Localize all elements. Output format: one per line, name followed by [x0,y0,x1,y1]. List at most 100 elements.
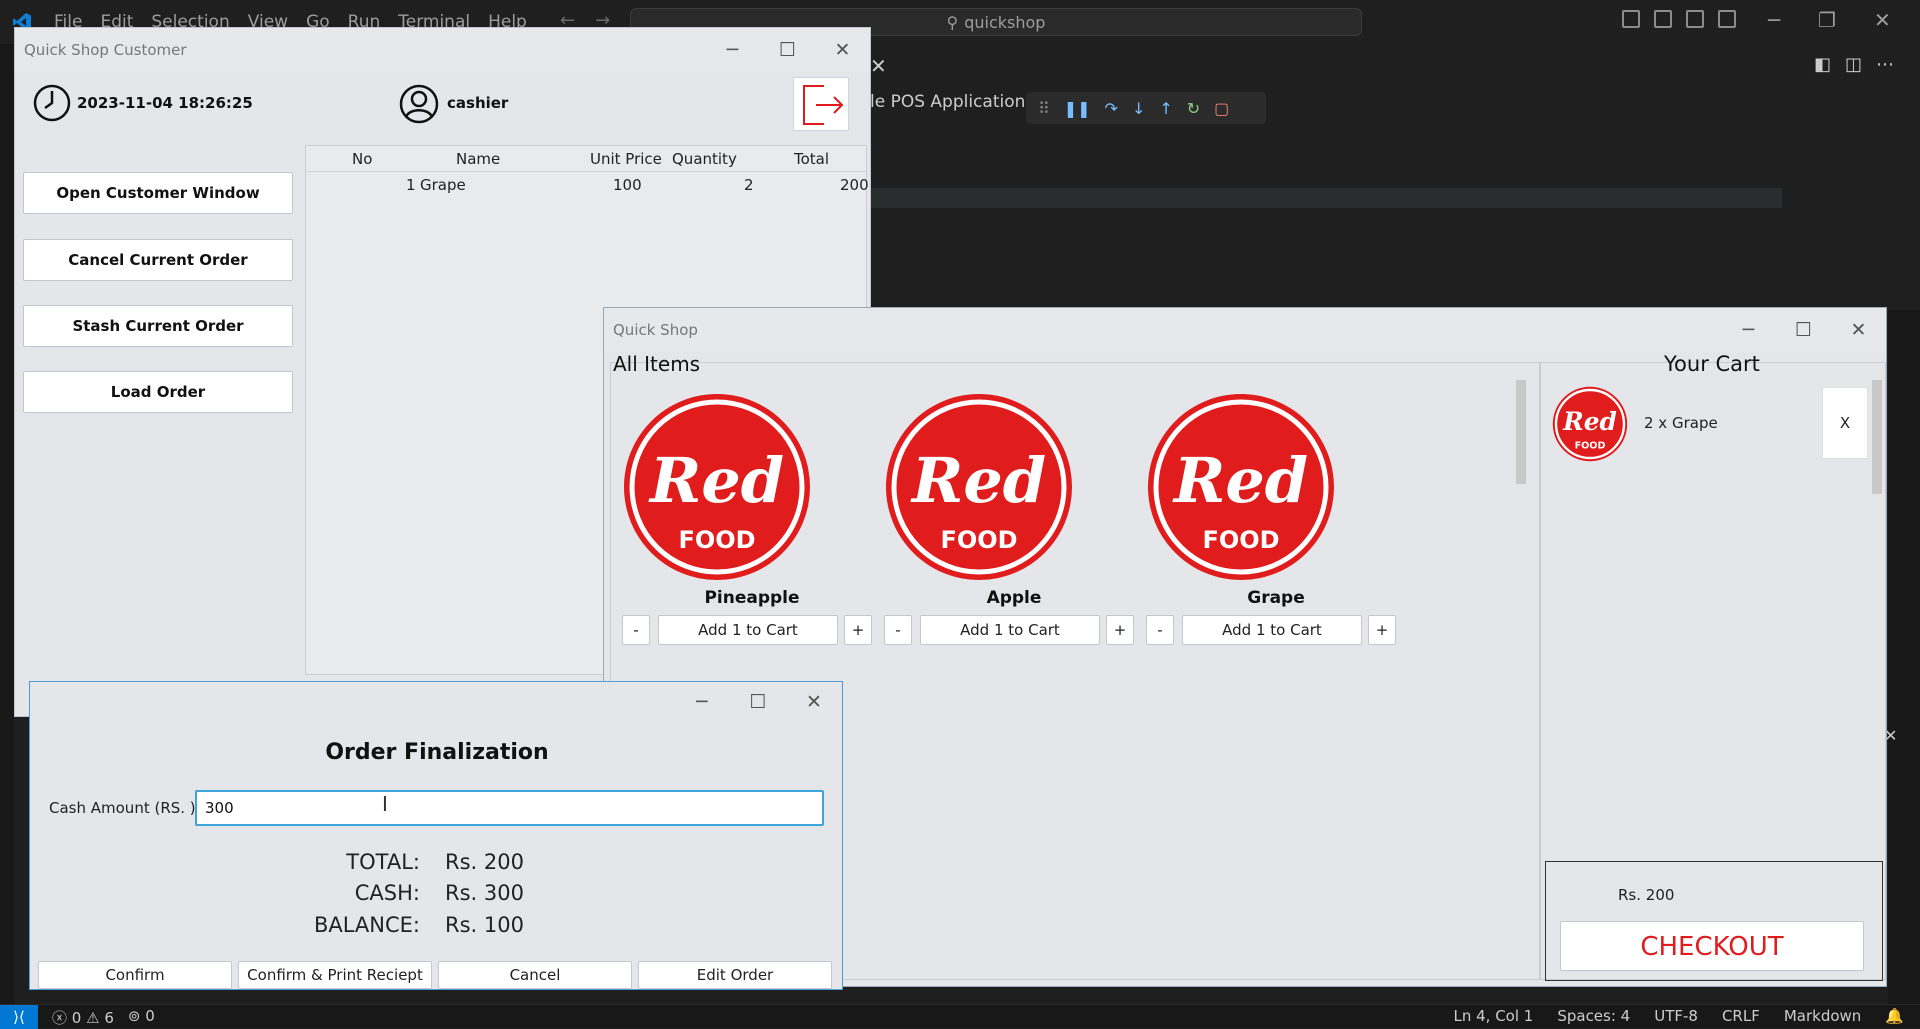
add-to-cart-button[interactable]: Add 1 to Cart [658,615,838,645]
maximize-icon[interactable]: ☐ [1776,308,1831,352]
restore-icon[interactable]: ❐ [1818,8,1836,32]
column-header-name[interactable]: Name [456,150,500,168]
cart-scrollbar[interactable] [1872,380,1882,494]
cell-total: 200 [840,176,869,194]
split-editor-icon[interactable]: ◫ [1845,54,1862,75]
column-header-total[interactable]: Total [794,150,829,168]
customize-layout-icon[interactable] [1718,10,1736,28]
close-icon[interactable]: ✕ [786,682,842,722]
close-icon[interactable]: ✕ [1831,308,1886,352]
cash-amount-input[interactable] [195,790,824,826]
svg-text:Red: Red [1172,444,1308,517]
problems-indicator[interactable]: ⓧ 0 ⚠ 6 [52,1007,114,1028]
toggle-panel-icon[interactable] [1654,10,1672,28]
items-scrollbar[interactable] [1516,380,1526,484]
red-food-logo-icon: Red FOOD [1148,394,1334,580]
toggle-sidebar-icon[interactable] [1622,10,1640,28]
current-line-highlight [870,188,1782,208]
svg-text:FOOD: FOOD [1202,526,1279,554]
cancel-current-order-button[interactable]: Cancel Current Order [23,239,293,281]
add-to-cart-button[interactable]: Add 1 to Cart [920,615,1100,645]
ports-indicator[interactable]: ⊚ 0 [128,1007,155,1028]
step-out-icon[interactable]: ↑ [1159,99,1172,118]
step-into-icon[interactable]: ↓ [1132,99,1145,118]
add-to-cart-button[interactable]: Add 1 to Cart [1182,615,1362,645]
close-icon[interactable]: ✕ [1874,8,1891,32]
remote-indicator-icon[interactable]: ⟩⟨ [0,1005,38,1029]
status-left: ⓧ 0 ⚠ 6 ⊚ 0 [52,1007,155,1028]
column-header-quantity[interactable]: Quantity [672,150,737,168]
edit-order-button[interactable]: Edit Order [638,961,832,989]
editor-actions: ◧ ◫ ⋯ [1814,54,1894,75]
step-over-icon[interactable]: ↷ [1105,99,1118,118]
dialog-title: Order Finalization [325,740,549,765]
cursor-position[interactable]: Ln 4, Col 1 [1453,1007,1533,1025]
increase-button[interactable]: + [1368,615,1396,645]
logout-icon [803,85,844,125]
more-actions-icon[interactable]: ⋯ [1876,54,1894,75]
stash-current-order-button[interactable]: Stash Current Order [23,305,293,347]
encoding[interactable]: UTF-8 [1654,1007,1698,1025]
increase-button[interactable]: + [1106,615,1134,645]
red-food-logo-icon: Red FOOD [886,394,1072,580]
cart-item-label: 2 x Grape [1644,414,1718,432]
total-label: TOTAL: [346,850,420,874]
pause-icon[interactable]: ❚❚ [1064,99,1091,118]
restart-icon[interactable]: ↻ [1187,99,1200,118]
remove-from-cart-button[interactable]: X [1822,387,1868,459]
ports-count: 0 [145,1007,155,1025]
cell-no: 1 [406,176,416,194]
maximize-icon[interactable]: ☐ [760,28,815,72]
maximize-icon[interactable]: ☐ [730,682,786,722]
end-of-line[interactable]: CRLF [1722,1007,1760,1025]
increase-button[interactable]: + [844,615,872,645]
close-icon[interactable]: ✕ [815,28,870,72]
table-row[interactable]: 1 Grape 100 2 200 [306,172,869,198]
confirm-print-receipt-button[interactable]: Confirm & Print Reciept [238,961,432,989]
indentation[interactable]: Spaces: 4 [1557,1007,1630,1025]
user-name: cashier [447,94,509,112]
cell-name: Grape [420,176,466,194]
cell-unit-price: 100 [613,176,642,194]
load-order-button[interactable]: Load Order [23,371,293,413]
minimize-icon[interactable]: ─ [1721,308,1776,352]
product-card-pineapple: Red FOOD Pineapple - Add 1 to Cart + [622,392,872,652]
cart-title: Your Cart [1664,352,1760,376]
checkout-button[interactable]: CHECKOUT [1560,921,1864,971]
toggle-secondary-sidebar-icon[interactable] [1686,10,1704,28]
minimize-icon[interactable]: ─ [1768,8,1780,32]
tab-close-icon[interactable]: ✕ [870,54,887,78]
clock-icon [33,84,71,122]
column-header-unit-price[interactable]: Unit Price [590,150,662,168]
product-name: Pineapple [704,588,800,608]
language-mode[interactable]: Markdown [1784,1007,1861,1025]
all-items-label: All Items [613,352,701,376]
logout-button[interactable] [793,77,849,131]
minimize-icon[interactable]: ─ [705,28,760,72]
cash-amount-label: Cash Amount (RS. ) [49,799,196,817]
open-customer-window-button[interactable]: Open Customer Window [23,172,293,214]
open-preview-icon[interactable]: ◧ [1814,54,1831,75]
svg-text:FOOD: FOOD [678,526,755,554]
decrease-button[interactable]: - [884,615,912,645]
cart-total: Rs. 200 [1618,886,1675,904]
minimize-icon[interactable]: ─ [674,682,730,722]
cancel-button[interactable]: Cancel [438,961,632,989]
decrease-button[interactable]: - [622,615,650,645]
user-icon [399,84,439,124]
balance-label: BALANCE: [313,913,420,937]
drag-handle-icon[interactable]: ⠿ [1038,99,1050,118]
cash-label: CASH: [354,881,420,905]
bell-icon[interactable]: 🔔 [1885,1007,1904,1025]
stop-icon[interactable]: ▢ [1214,99,1229,118]
red-food-logo-icon: Red FOOD [1552,386,1628,462]
error-count: 0 [71,1009,82,1027]
warning-count: 6 [104,1009,114,1027]
decrease-button[interactable]: - [1146,615,1174,645]
product-card-apple: Red FOOD Apple - Add 1 to Cart + [884,392,1134,652]
confirm-button[interactable]: Confirm [38,961,232,989]
svg-text:FOOD: FOOD [940,526,1017,554]
column-header-no[interactable]: No [352,150,372,168]
activity-bar [0,44,14,1004]
balance-value: Rs. 100 [445,913,524,937]
